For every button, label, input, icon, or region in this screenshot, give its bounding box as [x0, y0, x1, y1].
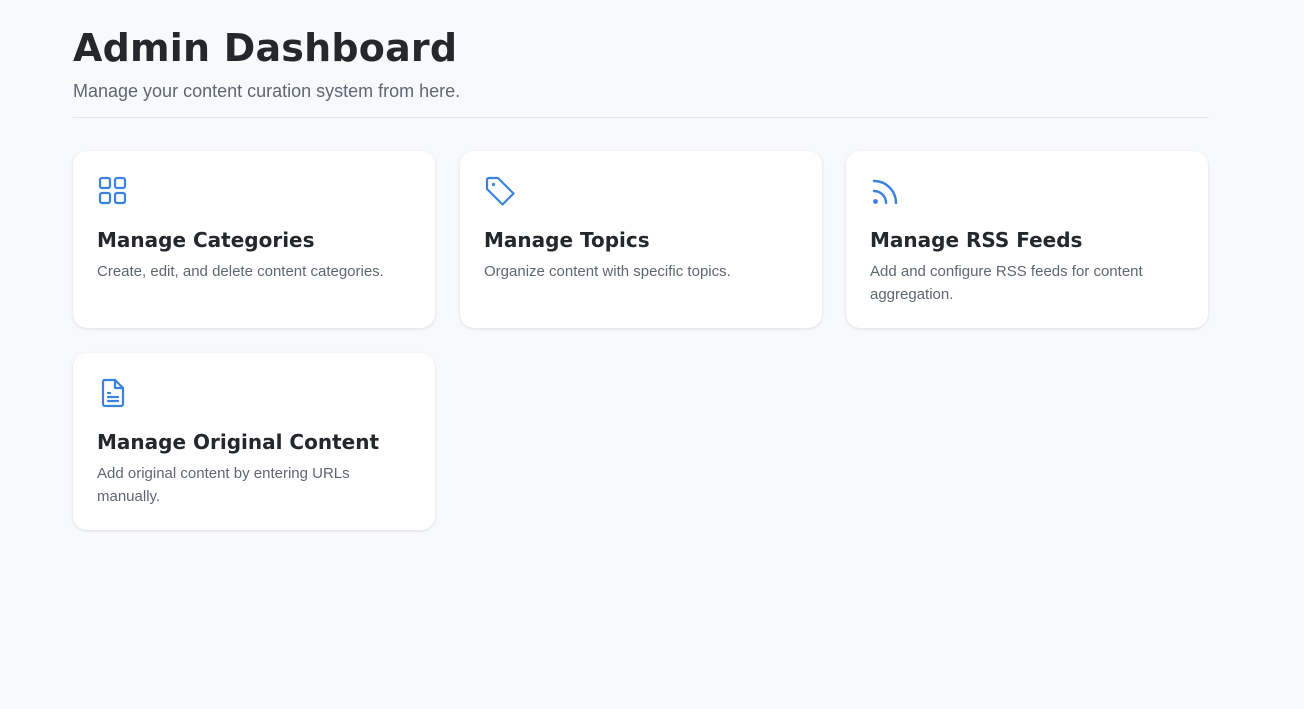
header-divider	[73, 117, 1209, 118]
card-description: Organize content with specific topics.	[484, 263, 731, 280]
rss-icon	[870, 175, 902, 207]
manage-original-content-card[interactable]: Manage Original Content Add original con…	[73, 353, 435, 530]
page-subtitle: Manage your content curation system from…	[73, 81, 461, 101]
card-description: Add and configure RSS feeds for content …	[870, 263, 1143, 303]
grid-icon	[97, 175, 129, 207]
card-title: Manage RSS Feeds	[870, 228, 1083, 252]
manage-topics-card[interactable]: Manage Topics Organize content with spec…	[460, 151, 822, 328]
card-description: Add original content by entering URLs ma…	[97, 465, 350, 505]
manage-categories-card[interactable]: Manage Categories Create, edit, and dele…	[73, 151, 435, 328]
tag-icon	[484, 175, 516, 207]
card-title: Manage Topics	[484, 228, 650, 252]
card-title: Manage Categories	[97, 228, 315, 252]
card-description: Create, edit, and delete content categor…	[97, 263, 384, 280]
document-icon	[97, 377, 129, 409]
manage-rss-feeds-card[interactable]: Manage RSS Feeds Add and configure RSS f…	[846, 151, 1208, 328]
page-title: Admin Dashboard	[73, 26, 458, 70]
card-title: Manage Original Content	[97, 430, 380, 454]
